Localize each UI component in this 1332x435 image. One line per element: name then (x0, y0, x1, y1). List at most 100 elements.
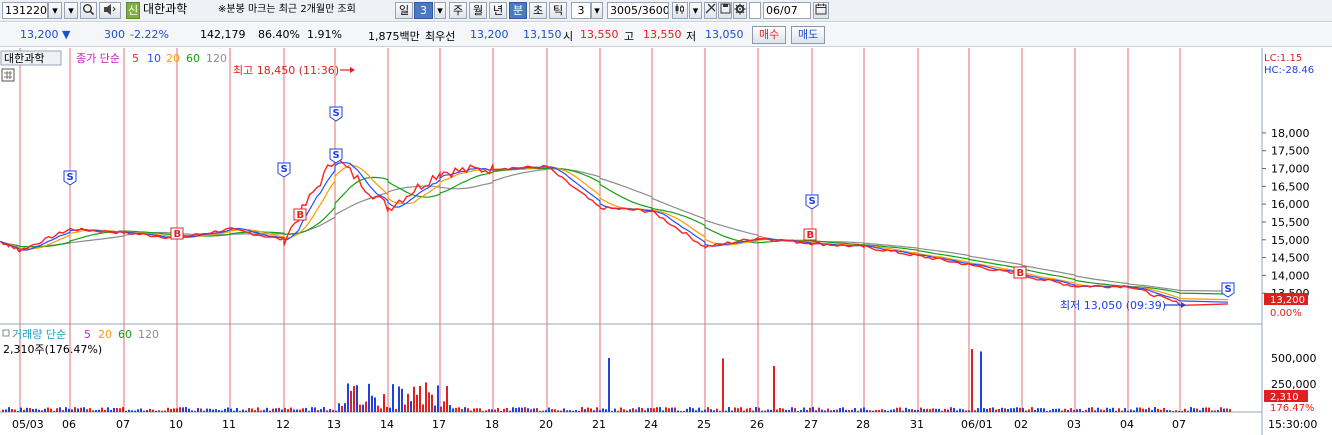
volume-bar (251, 408, 253, 412)
interval-dropdown[interactable]: ▾ (591, 2, 603, 19)
chart-type-dropdown[interactable]: ▾ (689, 2, 702, 19)
volume-bar (359, 404, 361, 412)
period-week-button[interactable]: 주 (449, 2, 467, 19)
tools-icon (705, 3, 716, 14)
volume-bar (305, 407, 307, 412)
gear-icon (734, 3, 746, 15)
volume-bar (755, 407, 757, 412)
volume-bar (467, 408, 469, 412)
volume-bar (299, 409, 301, 412)
buy-signal-marker[interactable]: B (803, 228, 817, 241)
date-label-9: 18 (485, 418, 499, 431)
svg-text:S: S (333, 150, 340, 161)
date-checkbox[interactable] (749, 2, 761, 19)
volume-bar (1211, 410, 1213, 412)
volume-bar (635, 409, 637, 412)
volume-bar (29, 408, 31, 412)
volume-bar (53, 410, 55, 412)
volume-bar (83, 407, 85, 412)
buy-signal-marker[interactable]: B (293, 208, 307, 221)
volume-bar (899, 407, 901, 412)
volume-bar (1004, 408, 1006, 412)
buy-signal-marker[interactable]: B (1013, 266, 1027, 279)
volume-box-text: 2,310 (1270, 392, 1299, 403)
volume-bar (983, 408, 985, 412)
volume-bar (524, 407, 526, 412)
date-label-6: 13 (327, 418, 341, 431)
date-label-19: 02 (1014, 418, 1028, 431)
volume-bar (458, 407, 460, 412)
volume-bar (197, 408, 199, 412)
volume-bar (938, 408, 940, 412)
date-label-3: 10 (169, 418, 183, 431)
sell-button[interactable]: 매도 (791, 26, 826, 44)
down-arrow-icon: ▼ (62, 28, 71, 41)
period-day-button[interactable]: 일 (395, 2, 413, 19)
buy-signal-marker[interactable]: B (170, 227, 184, 240)
volume-bar (44, 408, 46, 412)
volume-bar (164, 410, 166, 412)
stock-code-input[interactable]: 131220 (2, 2, 48, 19)
svg-text:S: S (281, 164, 288, 175)
volume-bar (182, 407, 184, 412)
volume-bar (11, 409, 13, 412)
crosshair-button[interactable] (704, 2, 717, 19)
volume-bar (455, 407, 457, 412)
volume-bar (680, 410, 682, 412)
volume-bar (1190, 407, 1192, 412)
volume-bar (1106, 407, 1108, 412)
volume-bar (1172, 410, 1174, 412)
calendar-button[interactable] (813, 2, 829, 19)
interval-input[interactable]: 3 (571, 2, 591, 19)
volume-bar (896, 407, 898, 412)
volume-bar (971, 349, 973, 412)
sound-button[interactable] (99, 2, 121, 19)
volume-bar (869, 410, 871, 412)
volume-bar (86, 409, 88, 412)
svg-text:B: B (807, 230, 815, 241)
search-button[interactable] (80, 2, 97, 19)
volume-bar (749, 407, 751, 412)
code-history-button[interactable]: ▾ (64, 2, 78, 19)
volume-bar (152, 409, 154, 412)
buy-button[interactable]: 매수 (752, 26, 787, 44)
volume-bar (1049, 410, 1051, 412)
volume-bar (740, 407, 742, 412)
volume-bar (110, 409, 112, 412)
chart-type-button[interactable] (672, 2, 688, 19)
volume-bar (548, 407, 550, 412)
volume-bar (323, 407, 325, 412)
volume-bar (671, 407, 673, 412)
volume-bar (290, 407, 292, 412)
volume-bar (1070, 408, 1072, 412)
period-year-button[interactable]: 년 (489, 2, 507, 19)
volume-bar (758, 407, 760, 412)
volume-bar (611, 410, 613, 412)
volume-bar (485, 410, 487, 412)
period-month-button[interactable]: 월 (469, 2, 487, 19)
period-number-input[interactable]: 3 (414, 2, 433, 19)
code-dropdown-button[interactable]: ▾ (48, 2, 62, 19)
volume-bar (587, 407, 589, 412)
period-minute-button[interactable]: 분 (509, 2, 527, 19)
volume-bar (887, 410, 889, 412)
volume-bar (557, 410, 559, 412)
volume-bar (806, 410, 808, 412)
save-button[interactable] (718, 2, 732, 19)
volume-bar (365, 401, 367, 412)
volume-bar (614, 408, 616, 412)
volume-bar (941, 410, 943, 412)
period-second-button[interactable]: 초 (529, 2, 547, 19)
date-label-21: 04 (1120, 418, 1134, 431)
date-input[interactable]: 06/07 (763, 2, 811, 19)
period-number-dropdown[interactable]: ▾ (434, 2, 446, 19)
volume-bar (374, 397, 376, 412)
settings-button[interactable] (733, 2, 747, 19)
volume-bar (569, 410, 571, 412)
volume-bar (194, 410, 196, 412)
volume-bar (89, 408, 91, 412)
volume-bar (341, 405, 343, 412)
period-tick-button[interactable]: 틱 (549, 2, 567, 19)
grid-toggle-icon[interactable] (1, 68, 15, 82)
price-chart[interactable]: S B S B S S S B B S 18,000 17,500 17,000 16,500 16,00… (0, 48, 1332, 435)
